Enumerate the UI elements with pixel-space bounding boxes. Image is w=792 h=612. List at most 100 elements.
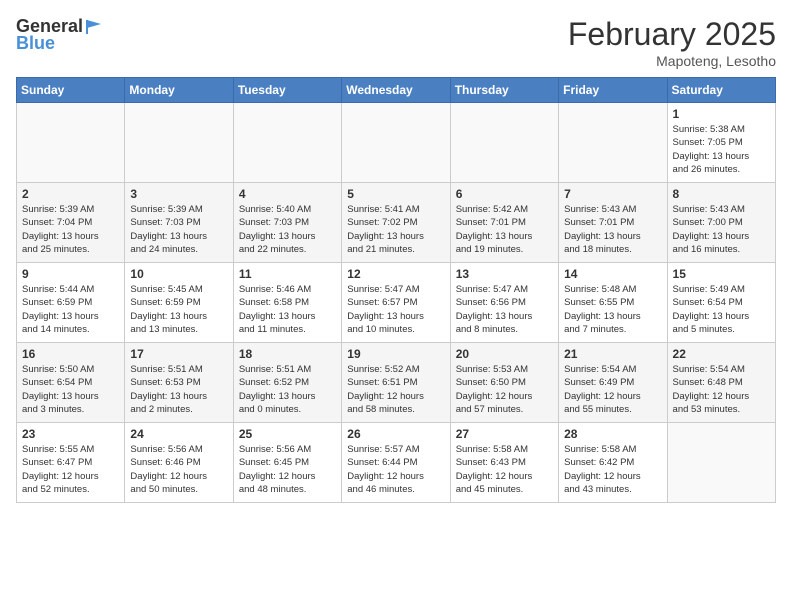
day-number: 18 (239, 347, 336, 361)
weekday-header-monday: Monday (125, 78, 233, 103)
calendar-cell: 22Sunrise: 5:54 AM Sunset: 6:48 PM Dayli… (667, 343, 775, 423)
calendar-cell: 8 Sunrise: 5:43 AM Sunset: 7:00 PM Daylig… (667, 183, 775, 263)
calendar-cell: 20Sunrise: 5:53 AM Sunset: 6:50 PM Dayli… (450, 343, 558, 423)
calendar-cell (342, 103, 450, 183)
day-info: Sunrise: 5:45 AM Sunset: 6:59 PM Dayligh… (130, 283, 227, 336)
day-info: Sunrise: 5:50 AM Sunset: 6:54 PM Dayligh… (22, 363, 119, 416)
day-number: 24 (130, 427, 227, 441)
day-info: Sunrise: 5:51 AM Sunset: 6:52 PM Dayligh… (239, 363, 336, 416)
day-info: Sunrise: 5:39 AM Sunset: 7:03 PM Dayligh… (130, 203, 227, 256)
day-number: 21 (564, 347, 661, 361)
calendar-week-3: 9 Sunrise: 5:44 AM Sunset: 6:59 PM Daylig… (17, 263, 776, 343)
day-number: 3 (130, 187, 227, 201)
weekday-header-wednesday: Wednesday (342, 78, 450, 103)
calendar-cell: 16 Sunrise: 5:50 AM Sunset: 6:54 PM Dayli… (17, 343, 125, 423)
day-info: Sunrise: 5:46 AM Sunset: 6:58 PM Dayligh… (239, 283, 336, 336)
calendar-cell: 23Sunrise: 5:55 AM Sunset: 6:47 PM Dayli… (17, 423, 125, 503)
calendar-cell: 7 Sunrise: 5:43 AM Sunset: 7:01 PM Daylig… (559, 183, 667, 263)
page-header: General Blue February 2025 Mapoteng, Les… (16, 16, 776, 69)
day-info: Sunrise: 5:43 AM Sunset: 7:01 PM Dayligh… (564, 203, 661, 256)
day-info: Sunrise: 5:56 AM Sunset: 6:46 PM Dayligh… (130, 443, 227, 496)
day-info: Sunrise: 5:56 AM Sunset: 6:45 PM Dayligh… (239, 443, 336, 496)
day-number: 19 (347, 347, 444, 361)
day-number: 20 (456, 347, 553, 361)
day-number: 10 (130, 267, 227, 281)
calendar-cell: 25 Sunrise: 5:56 AM Sunset: 6:45 PM Dayli… (233, 423, 341, 503)
day-info: Sunrise: 5:52 AM Sunset: 6:51 PM Dayligh… (347, 363, 444, 416)
day-info: Sunrise: 5:43 AM Sunset: 7:00 PM Dayligh… (673, 203, 770, 256)
calendar-week-2: 2 Sunrise: 5:39 AM Sunset: 7:04 PM Daylig… (17, 183, 776, 263)
day-number: 13 (456, 267, 553, 281)
day-info: Sunrise: 5:58 AM Sunset: 6:42 PM Dayligh… (564, 443, 661, 496)
day-number: 16 (22, 347, 119, 361)
day-number: 14 (564, 267, 661, 281)
calendar-cell: 13 Sunrise: 5:47 AM Sunset: 6:56 PM Dayli… (450, 263, 558, 343)
day-number: 17 (130, 347, 227, 361)
day-info: Sunrise: 5:41 AM Sunset: 7:02 PM Dayligh… (347, 203, 444, 256)
weekday-header-sunday: Sunday (17, 78, 125, 103)
day-number: 4 (239, 187, 336, 201)
calendar-week-4: 16 Sunrise: 5:50 AM Sunset: 6:54 PM Dayli… (17, 343, 776, 423)
calendar-cell: 14 Sunrise: 5:48 AM Sunset: 6:55 PM Dayli… (559, 263, 667, 343)
day-info: Sunrise: 5:49 AM Sunset: 6:54 PM Dayligh… (673, 283, 770, 336)
calendar-cell: 21 Sunrise: 5:54 AM Sunset: 6:49 PM Dayli… (559, 343, 667, 423)
day-number: 25 (239, 427, 336, 441)
day-number: 2 (22, 187, 119, 201)
weekday-header-tuesday: Tuesday (233, 78, 341, 103)
logo: General Blue (16, 16, 103, 54)
logo-blue: Blue (16, 33, 55, 54)
calendar-cell: 5 Sunrise: 5:41 AM Sunset: 7:02 PM Daylig… (342, 183, 450, 263)
calendar-cell: 2 Sunrise: 5:39 AM Sunset: 7:04 PM Daylig… (17, 183, 125, 263)
day-info: Sunrise: 5:54 AM Sunset: 6:49 PM Dayligh… (564, 363, 661, 416)
calendar-cell (233, 103, 341, 183)
calendar-cell: 4 Sunrise: 5:40 AM Sunset: 7:03 PM Daylig… (233, 183, 341, 263)
day-number: 28 (564, 427, 661, 441)
day-info: Sunrise: 5:42 AM Sunset: 7:01 PM Dayligh… (456, 203, 553, 256)
calendar-cell (450, 103, 558, 183)
day-number: 6 (456, 187, 553, 201)
calendar-cell (667, 423, 775, 503)
day-info: Sunrise: 5:58 AM Sunset: 6:43 PM Dayligh… (456, 443, 553, 496)
day-info: Sunrise: 5:47 AM Sunset: 6:57 PM Dayligh… (347, 283, 444, 336)
day-info: Sunrise: 5:39 AM Sunset: 7:04 PM Dayligh… (22, 203, 119, 256)
calendar-cell (559, 103, 667, 183)
weekday-header-saturday: Saturday (667, 78, 775, 103)
calendar-cell: 6 Sunrise: 5:42 AM Sunset: 7:01 PM Daylig… (450, 183, 558, 263)
calendar-cell: 19 Sunrise: 5:52 AM Sunset: 6:51 PM Dayli… (342, 343, 450, 423)
day-number: 1 (673, 107, 770, 121)
calendar-cell: 10 Sunrise: 5:45 AM Sunset: 6:59 PM Dayli… (125, 263, 233, 343)
day-number: 26 (347, 427, 444, 441)
weekday-header-thursday: Thursday (450, 78, 558, 103)
title-area: February 2025 Mapoteng, Lesotho (568, 16, 776, 69)
day-info: Sunrise: 5:48 AM Sunset: 6:55 PM Dayligh… (564, 283, 661, 336)
day-number: 8 (673, 187, 770, 201)
calendar-cell: 15 Sunrise: 5:49 AM Sunset: 6:54 PM Dayli… (667, 263, 775, 343)
location-title: Mapoteng, Lesotho (568, 53, 776, 69)
day-info: Sunrise: 5:51 AM Sunset: 6:53 PM Dayligh… (130, 363, 227, 416)
calendar-cell (125, 103, 233, 183)
day-number: 23 (22, 427, 119, 441)
calendar-week-5: 23Sunrise: 5:55 AM Sunset: 6:47 PM Dayli… (17, 423, 776, 503)
day-number: 5 (347, 187, 444, 201)
calendar-cell: 24 Sunrise: 5:56 AM Sunset: 6:46 PM Dayli… (125, 423, 233, 503)
day-number: 9 (22, 267, 119, 281)
day-info: Sunrise: 5:57 AM Sunset: 6:44 PM Dayligh… (347, 443, 444, 496)
calendar-cell: 12Sunrise: 5:47 AM Sunset: 6:57 PM Dayli… (342, 263, 450, 343)
day-info: Sunrise: 5:54 AM Sunset: 6:48 PM Dayligh… (673, 363, 770, 416)
day-number: 27 (456, 427, 553, 441)
day-info: Sunrise: 5:38 AM Sunset: 7:05 PM Dayligh… (673, 123, 770, 176)
calendar-cell: 9 Sunrise: 5:44 AM Sunset: 6:59 PM Daylig… (17, 263, 125, 343)
calendar-table: SundayMondayTuesdayWednesdayThursdayFrid… (16, 77, 776, 503)
calendar-cell: 11 Sunrise: 5:46 AM Sunset: 6:58 PM Dayli… (233, 263, 341, 343)
month-title: February 2025 (568, 16, 776, 53)
calendar-cell (17, 103, 125, 183)
calendar-cell: 3 Sunrise: 5:39 AM Sunset: 7:03 PM Daylig… (125, 183, 233, 263)
day-number: 11 (239, 267, 336, 281)
weekday-header-friday: Friday (559, 78, 667, 103)
day-info: Sunrise: 5:44 AM Sunset: 6:59 PM Dayligh… (22, 283, 119, 336)
day-number: 15 (673, 267, 770, 281)
day-number: 7 (564, 187, 661, 201)
weekday-header-row: SundayMondayTuesdayWednesdayThursdayFrid… (17, 78, 776, 103)
day-info: Sunrise: 5:40 AM Sunset: 7:03 PM Dayligh… (239, 203, 336, 256)
day-info: Sunrise: 5:47 AM Sunset: 6:56 PM Dayligh… (456, 283, 553, 336)
